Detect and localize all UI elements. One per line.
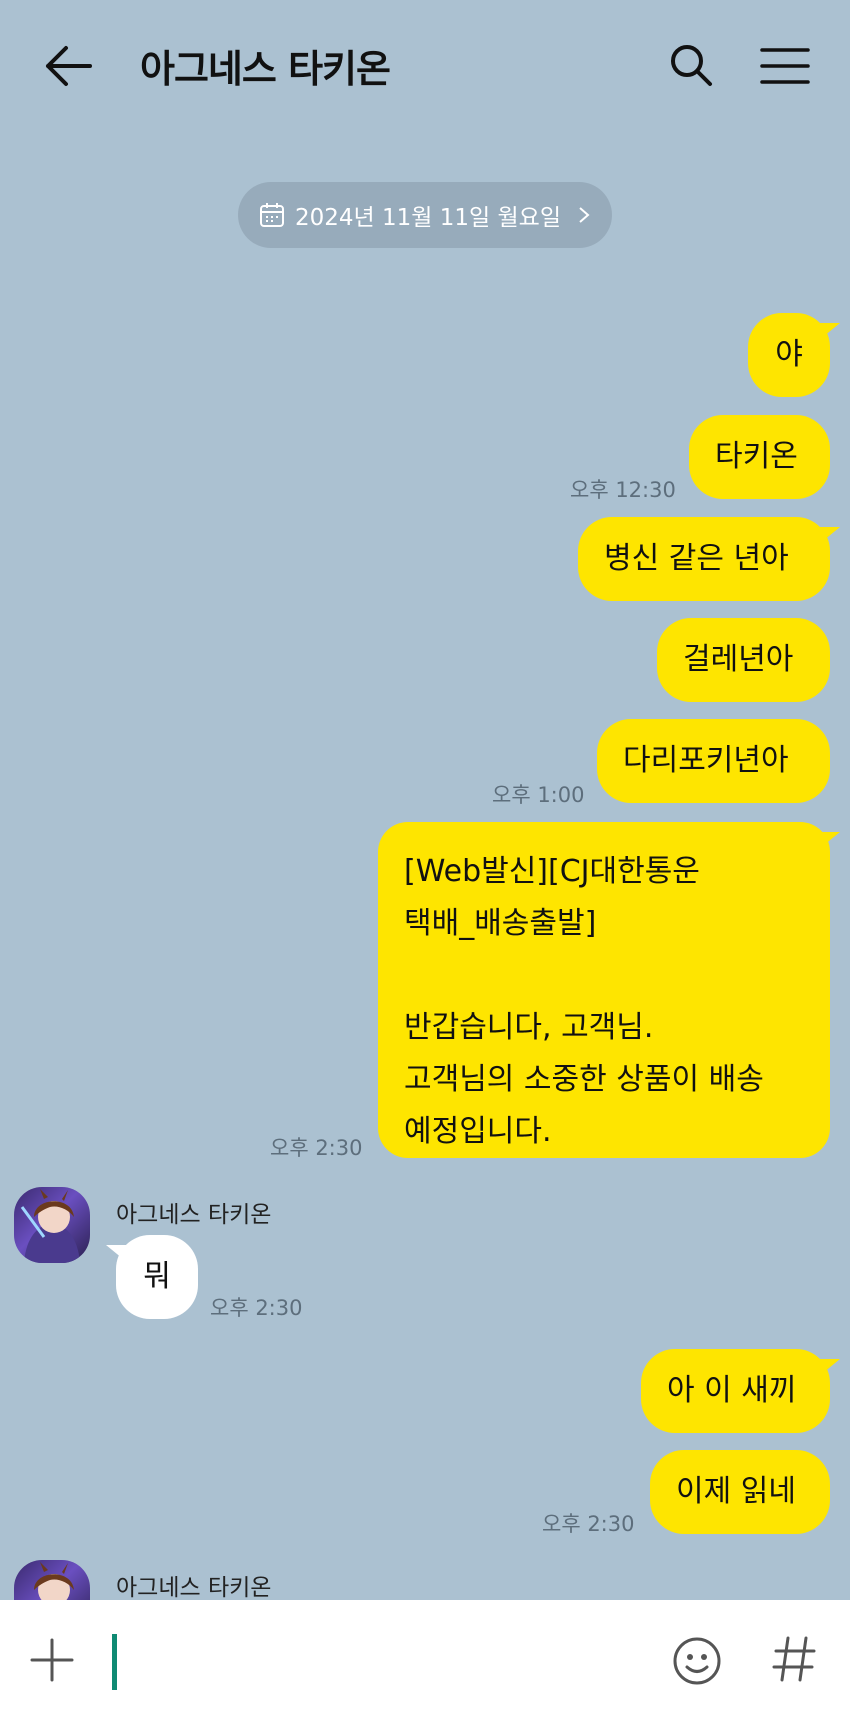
timestamp: 오후 1:00 <box>492 783 585 807</box>
message-text: 다리포키년아 <box>623 743 789 778</box>
sender-name: 아그네스 타키온 <box>116 1575 272 1601</box>
message-text: 걸레년아 <box>683 642 794 677</box>
timestamp: 오후 2:30 <box>210 1296 303 1320</box>
message-text: 타키온 <box>715 439 798 474</box>
message-bubble[interactable]: 뭐 <box>106 1235 198 1319</box>
message-bubble[interactable]: 병신 같은 년아 <box>578 517 840 601</box>
message-line: 고객님의 소중한 상품이 배송 <box>404 1062 764 1097</box>
message-text: 야 <box>775 337 803 372</box>
message-bubble[interactable]: [Web발신][CJ대한통운 택배_배송출발] 반갑습니다, 고객님. 고객님의… <box>378 822 840 1158</box>
message-text: 아 이 새끼 <box>667 1373 797 1408</box>
chat-header: 아그네스 타키온 <box>0 0 850 140</box>
avatar[interactable] <box>14 1187 90 1263</box>
message-text: 뭐 <box>143 1259 171 1294</box>
chat-title: 아그네스 타키온 <box>140 47 391 91</box>
message-line: 반갑습니다, 고객님. <box>404 1010 654 1045</box>
search-icon[interactable] <box>668 42 714 88</box>
sender-name: 아그네스 타키온 <box>116 1202 272 1228</box>
timestamp: 오후 2:30 <box>270 1136 363 1160</box>
avatar-image <box>20 1189 80 1263</box>
message-line: 예정입니다. <box>404 1114 552 1149</box>
chevron-right-icon <box>579 207 590 223</box>
timestamp: 오후 12:30 <box>570 478 676 502</box>
message-text: 병신 같은 년아 <box>604 541 789 576</box>
message-bubble[interactable]: 걸레년아 <box>657 618 830 702</box>
date-divider[interactable]: 2024년 11월 11일 월요일 <box>238 182 612 248</box>
calendar-icon <box>260 203 285 227</box>
message-bubble[interactable]: 타키온 <box>689 415 830 499</box>
menu-icon[interactable] <box>760 46 810 86</box>
message-line: [Web발신][CJ대한통운 <box>404 854 700 889</box>
message-input[interactable] <box>112 1634 117 1690</box>
message-bubble[interactable]: 이제 읽네 <box>650 1450 830 1534</box>
message-bubble[interactable]: 아 이 새끼 <box>641 1349 840 1433</box>
message-input-bar <box>0 1600 850 1713</box>
timestamp: 오후 2:30 <box>542 1512 635 1536</box>
date-label: 2024년 11월 11일 월요일 <box>295 205 561 231</box>
emoji-icon[interactable] <box>672 1636 722 1686</box>
message-bubble[interactable]: 다리포키년아 <box>597 719 830 803</box>
hash-icon[interactable] <box>772 1634 816 1684</box>
message-bubble[interactable]: 야 <box>748 313 840 397</box>
plus-icon[interactable] <box>30 1638 74 1682</box>
message-line: 택배_배송출발] <box>404 906 597 941</box>
back-arrow-icon[interactable] <box>44 44 94 88</box>
message-text: 이제 읽네 <box>676 1474 796 1509</box>
